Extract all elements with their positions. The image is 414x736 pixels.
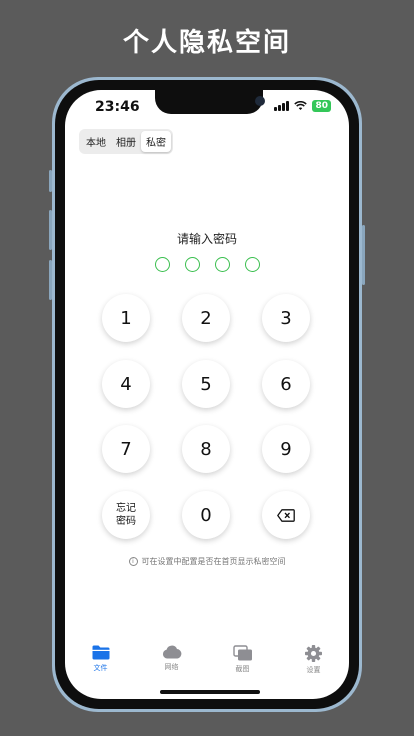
- tab-network-label: 网络: [164, 663, 179, 671]
- tab-screenshots[interactable]: 截图: [213, 645, 273, 675]
- screenshot-icon: [232, 645, 252, 661]
- segment-private[interactable]: 私密: [141, 131, 171, 152]
- status-time: 23:46: [95, 99, 140, 115]
- home-indicator: [160, 690, 260, 694]
- forgot-label-line1: 忘记: [116, 503, 136, 514]
- key-9[interactable]: 9: [262, 425, 310, 473]
- hint-text: 可在设置中配置是否在首页显示私密空间: [141, 557, 286, 566]
- passcode-prompt: 请输入密码: [176, 232, 237, 246]
- folder-icon: [92, 645, 109, 660]
- key-1[interactable]: 1: [102, 294, 150, 342]
- tab-files-label: 文件: [93, 664, 108, 672]
- wifi-icon: [294, 101, 308, 110]
- segment-album[interactable]: 相册: [111, 131, 141, 152]
- tab-screenshots-label: 截图: [235, 665, 250, 673]
- key-3[interactable]: 3: [262, 294, 310, 342]
- private-space-hint: i 可在设置中配置是否在首页显示私密空间: [65, 556, 349, 567]
- passcode-dot: [214, 257, 230, 272]
- forgot-passcode-button[interactable]: 忘记 密码: [102, 491, 150, 539]
- gear-icon: [305, 645, 322, 662]
- notch: [155, 90, 265, 114]
- camera-icon: [255, 96, 265, 106]
- tab-network[interactable]: 网络: [142, 645, 202, 675]
- passcode-dot: [154, 257, 170, 272]
- app-screen: 23:46 80 本地 相册 私密 请输入密码 1 2 3 4 5 6 7 8 …: [65, 90, 349, 699]
- passcode-dots: [65, 257, 349, 272]
- tab-files[interactable]: 文件: [71, 645, 131, 675]
- key-2[interactable]: 2: [182, 294, 230, 342]
- segment-local[interactable]: 本地: [81, 131, 111, 152]
- tab-settings-label: 设置: [306, 666, 321, 674]
- cloud-icon: [162, 645, 181, 659]
- signal-icon: [274, 101, 290, 111]
- bottom-tab-bar: 文件 网络 截图 设置: [65, 645, 349, 675]
- battery-indicator: 80: [312, 100, 331, 112]
- phone-power-button: [362, 225, 365, 285]
- info-icon: i: [128, 557, 138, 566]
- key-5[interactable]: 5: [182, 360, 230, 408]
- source-segmented-control: 本地 相册 私密: [79, 129, 173, 154]
- backspace-button[interactable]: [262, 491, 310, 539]
- phone-frame: 23:46 80 本地 相册 私密 请输入密码 1 2 3 4 5 6 7 8 …: [52, 77, 362, 712]
- key-7[interactable]: 7: [102, 425, 150, 473]
- forgot-label-line2: 密码: [116, 516, 136, 527]
- page-headline: 个人隐私空间: [122, 28, 291, 58]
- passcode-dot: [184, 257, 200, 272]
- backspace-icon: [277, 508, 295, 522]
- passcode-dot: [244, 257, 260, 272]
- status-indicators: 80: [274, 100, 331, 112]
- key-8[interactable]: 8: [182, 425, 230, 473]
- key-6[interactable]: 6: [262, 360, 310, 408]
- key-4[interactable]: 4: [102, 360, 150, 408]
- tab-settings[interactable]: 设置: [284, 645, 344, 675]
- key-0[interactable]: 0: [182, 491, 230, 539]
